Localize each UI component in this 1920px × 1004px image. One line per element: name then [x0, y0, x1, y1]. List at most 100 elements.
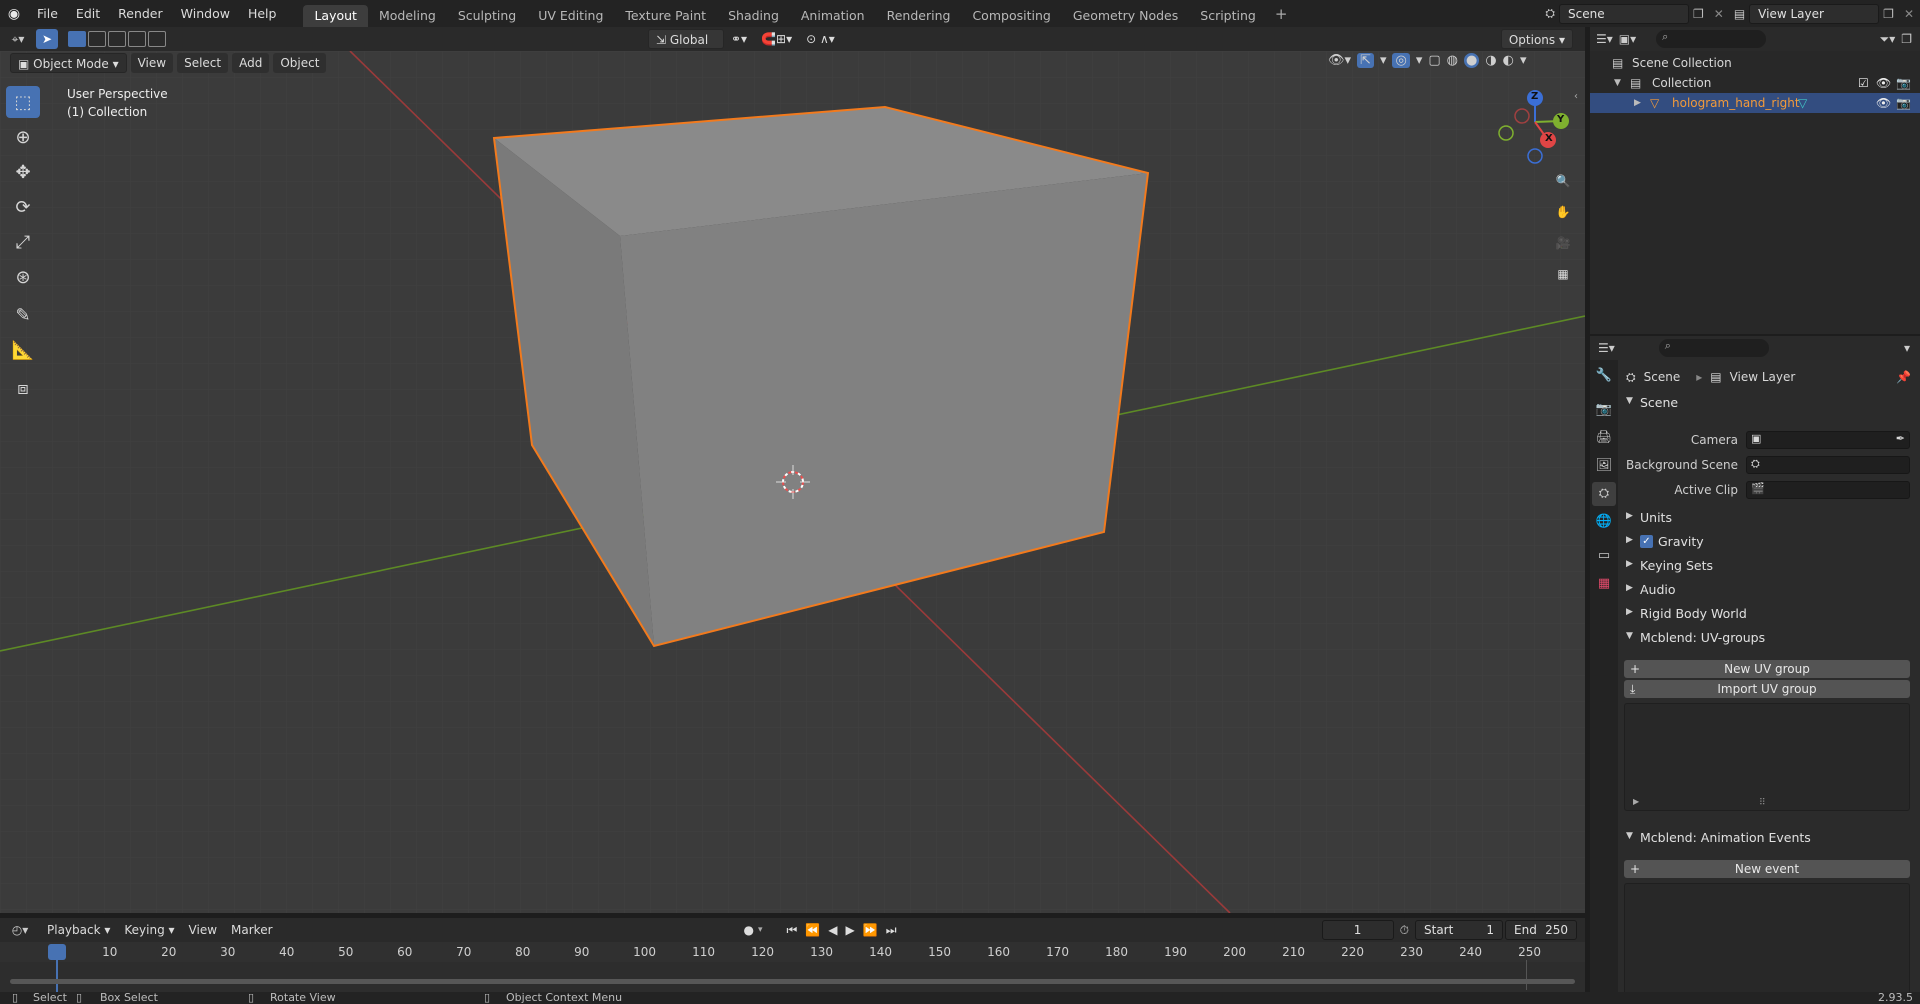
- outliner-row-collection[interactable]: ▼ ▤ Collection ☑ 👁 📷: [1590, 73, 1920, 93]
- blender-logo-icon[interactable]: ◉: [0, 6, 28, 22]
- pin-icon[interactable]: 📌: [1896, 370, 1911, 384]
- outliner-row-scene-collection[interactable]: ▤ Scene Collection: [1590, 53, 1920, 73]
- viewport-scene[interactable]: [0, 51, 1585, 913]
- properties-editor-type-icon[interactable]: ☰▾: [1598, 341, 1615, 355]
- prev-keyframe-icon[interactable]: ⏪: [805, 923, 820, 937]
- menu-object[interactable]: Object: [273, 53, 327, 73]
- scene-icon[interactable]: ⛭: [1541, 6, 1559, 21]
- tool-tab-icon[interactable]: 🔧: [1592, 364, 1616, 388]
- preview-range-icon[interactable]: ⏱: [1400, 923, 1409, 938]
- pan-hand-icon[interactable]: ✋: [1551, 200, 1575, 224]
- current-frame-field[interactable]: 1: [1321, 920, 1394, 940]
- editor-type-icon[interactable]: ⌖▾: [0, 32, 36, 47]
- start-frame-field[interactable]: Start 1: [1415, 920, 1503, 940]
- pivot-point-icon[interactable]: ⚭▾: [724, 29, 754, 49]
- 3d-viewport[interactable]: Z Y X ▣ Object Mode ▾ View Select Add Ob…: [0, 51, 1585, 913]
- new-uv-group-button[interactable]: + New UV group: [1624, 660, 1910, 678]
- menu-playback[interactable]: Playback ▾: [40, 920, 117, 940]
- menu-marker[interactable]: Marker: [224, 920, 279, 940]
- units-panel-header[interactable]: ▶ Units: [1618, 508, 1920, 528]
- scene-panel-header[interactable]: ▼ Scene: [1618, 392, 1920, 414]
- properties-search-input[interactable]: ⌕: [1658, 339, 1769, 357]
- tab-geometry-nodes[interactable]: Geometry Nodes: [1062, 5, 1189, 27]
- overlay-toggle-icon[interactable]: ◎: [1392, 53, 1410, 68]
- xray-icon[interactable]: ▢: [1428, 53, 1440, 68]
- view-layer-copy-icon[interactable]: ❐: [1879, 7, 1898, 21]
- tab-compositing[interactable]: Compositing: [961, 5, 1061, 27]
- new-event-button[interactable]: + New event: [1624, 860, 1910, 878]
- tab-rendering[interactable]: Rendering: [876, 5, 962, 27]
- scene-name-field[interactable]: Scene: [1559, 3, 1689, 24]
- camera-field[interactable]: ▣ ✒: [1746, 431, 1910, 449]
- view-layer-icon[interactable]: ▤: [1730, 7, 1749, 21]
- tab-texture-paint[interactable]: Texture Paint: [614, 5, 717, 27]
- tab-layout[interactable]: Layout: [303, 4, 368, 27]
- visibility-icon[interactable]: 👁▾: [1328, 53, 1351, 68]
- camera-view-icon[interactable]: 🎥: [1551, 231, 1575, 255]
- anim-events-panel-header[interactable]: ▼ Mcblend: Animation Events: [1618, 828, 1920, 848]
- visibility-eye-icon[interactable]: 👁: [1876, 93, 1891, 113]
- measure-icon[interactable]: 📐: [6, 334, 40, 366]
- render-camera-icon[interactable]: 📷: [1896, 73, 1911, 93]
- collapse-arrow-icon[interactable]: ▼: [1614, 73, 1621, 93]
- tab-modeling[interactable]: Modeling: [368, 5, 447, 27]
- properties-options-icon[interactable]: ▾: [1904, 341, 1920, 355]
- outliner-new-collection-icon[interactable]: ❐: [1901, 32, 1920, 46]
- rotate-icon[interactable]: ⟳: [6, 191, 40, 223]
- menu-view[interactable]: View: [130, 53, 174, 73]
- menu-edit[interactable]: Edit: [67, 0, 109, 27]
- outliner-search-input[interactable]: ⌕: [1656, 30, 1767, 48]
- record-options-icon[interactable]: ▾: [758, 925, 763, 935]
- cursor-icon[interactable]: ⊕: [6, 121, 40, 153]
- menu-select[interactable]: Select: [177, 53, 229, 73]
- jump-start-icon[interactable]: ⏮: [787, 923, 798, 938]
- select-mode-extend-icon[interactable]: [88, 31, 106, 47]
- menu-timeline-view[interactable]: View: [182, 920, 224, 940]
- transform-orientation-dropdown[interactable]: ⇲ Global ▾: [648, 29, 724, 67]
- rendered-shading-icon[interactable]: ◐: [1503, 53, 1514, 68]
- world-tab-icon[interactable]: 🌐: [1592, 510, 1616, 534]
- outliner-display-mode-icon[interactable]: ▣▾: [1619, 32, 1636, 46]
- tab-uv-editing[interactable]: UV Editing: [527, 5, 614, 27]
- render-tab-icon[interactable]: 📷: [1592, 398, 1616, 422]
- options-dropdown[interactable]: Options ▾: [1500, 29, 1573, 49]
- menu-file[interactable]: File: [28, 0, 67, 27]
- next-keyframe-icon[interactable]: ⏩: [863, 923, 878, 937]
- menu-keying[interactable]: Keying ▾: [117, 920, 181, 940]
- expand-arrow-icon[interactable]: ▶: [1634, 93, 1641, 113]
- collection-tab-icon[interactable]: ▭: [1592, 544, 1616, 568]
- select-mode-intersect-icon[interactable]: [148, 31, 166, 47]
- render-camera-icon[interactable]: 📷: [1896, 93, 1911, 113]
- ortho-grid-icon[interactable]: ▦: [1551, 262, 1575, 286]
- texture-tab-icon[interactable]: ▦: [1592, 572, 1616, 596]
- view-layer-close-icon[interactable]: ✕: [1898, 7, 1920, 21]
- gizmo-dropdown-icon[interactable]: ▾: [1380, 53, 1387, 68]
- view-layer-tab-icon[interactable]: 🖼: [1592, 454, 1616, 478]
- exclude-checkbox-icon[interactable]: ☑: [1858, 73, 1869, 93]
- shading-dropdown-icon[interactable]: ▾: [1520, 53, 1527, 68]
- jump-end-icon[interactable]: ⏭: [886, 923, 897, 938]
- outliner-editor-type-icon[interactable]: ☰▾: [1596, 32, 1613, 46]
- solid-shading-icon[interactable]: ●: [1463, 53, 1480, 68]
- proportional-edit-icon[interactable]: ⊙ ∧▾: [799, 29, 842, 49]
- output-tab-icon[interactable]: 🖨: [1592, 426, 1616, 450]
- playhead[interactable]: [48, 944, 66, 960]
- annotate-icon[interactable]: ✎: [6, 299, 40, 331]
- active-clip-field[interactable]: 🎬: [1746, 481, 1910, 499]
- uv-groups-panel-header[interactable]: ▼ Mcblend: UV-groups: [1618, 628, 1920, 648]
- view-layer-field[interactable]: View Layer: [1749, 3, 1880, 24]
- background-scene-field[interactable]: ⛭: [1746, 456, 1910, 474]
- import-uv-group-button[interactable]: ⤓ Import UV group: [1624, 680, 1910, 698]
- gizmo-x-label[interactable]: X: [1545, 133, 1553, 144]
- tab-sculpting[interactable]: Sculpting: [447, 5, 527, 27]
- gizmo-z-label[interactable]: Z: [1531, 91, 1538, 102]
- record-icon[interactable]: ●: [744, 923, 754, 937]
- rigid-body-world-panel-header[interactable]: ▶ Rigid Body World: [1618, 604, 1920, 624]
- outliner-filter-icon[interactable]: ⏷▾: [1880, 32, 1896, 47]
- select-mode-new-icon[interactable]: [68, 31, 86, 47]
- snap-icon[interactable]: 🧲⊞▾: [754, 29, 799, 49]
- gravity-checkbox[interactable]: ✓: [1640, 535, 1653, 548]
- gizmo-toggle-icon[interactable]: ⇱: [1357, 53, 1374, 68]
- tab-animation[interactable]: Animation: [790, 5, 876, 27]
- visibility-eye-icon[interactable]: 👁: [1876, 73, 1891, 93]
